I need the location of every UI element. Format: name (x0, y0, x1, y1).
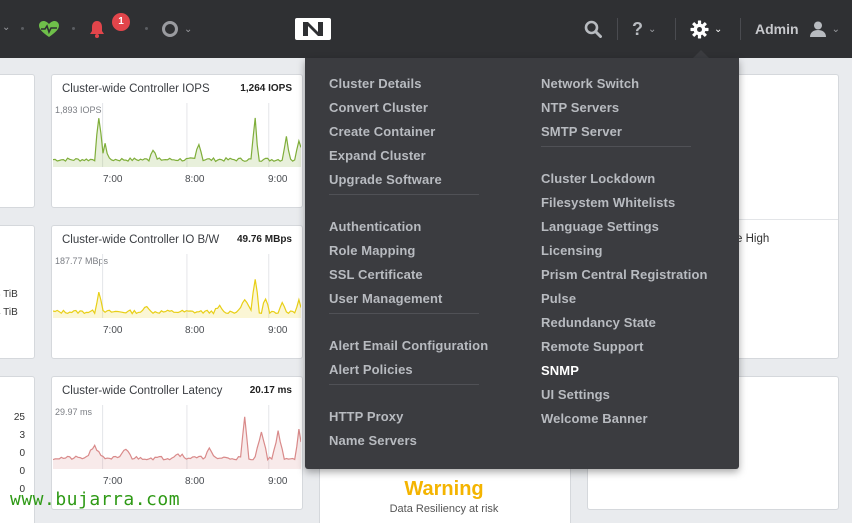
menu-item-name-servers[interactable]: Name Servers (329, 433, 417, 448)
help-question-icon: ? (632, 18, 643, 39)
menu-item-welcome-banner[interactable]: Welcome Banner (541, 411, 648, 426)
separator (675, 18, 676, 40)
resiliency-status-title: Warning (404, 478, 484, 500)
chevron-down-icon: ⌄ (184, 23, 193, 35)
bandwidth-panel[interactable]: Cluster-wide Controller IO B/W 49.76 MBp… (51, 225, 303, 359)
panel-title: Cluster-wide Controller IOPS (62, 83, 210, 95)
count-value: 0 (19, 448, 25, 459)
menu-item-ui-settings[interactable]: UI Settings (541, 387, 610, 402)
user-menu[interactable]: Admin ⌄ (755, 0, 840, 58)
menu-item-network-switch[interactable]: Network Switch (541, 76, 639, 91)
menu-item-http-proxy[interactable]: HTTP Proxy (329, 409, 403, 424)
help-menu[interactable]: ? ⌄ (632, 0, 656, 58)
search-button[interactable] (584, 0, 602, 58)
time-axis-label: 7:00 (103, 174, 123, 185)
iops-sparkline (53, 103, 301, 167)
gear-icon (690, 19, 709, 39)
menu-item-convert-cluster[interactable]: Convert Cluster (329, 100, 428, 115)
menu-item-alert-email-configuration[interactable]: Alert Email Configuration (329, 338, 488, 353)
menu-item-remote-support[interactable]: Remote Support (541, 339, 644, 354)
latency-sparkline (53, 405, 301, 469)
menu-item-licensing[interactable]: Licensing (541, 243, 603, 258)
time-axis-label: 9:00 (268, 174, 288, 185)
panel-title: Cluster-wide Controller IO B/W (62, 234, 220, 246)
watermark-text: www.bujarra.com (10, 489, 181, 510)
alert-count-badge: 1 (112, 13, 130, 31)
left-panel-top (0, 74, 35, 208)
menu-item-ssl-certificate[interactable]: SSL Certificate (329, 267, 423, 282)
time-axis-label: 8:00 (185, 174, 205, 185)
separator (740, 18, 741, 40)
time-axis-label: 8:00 (185, 476, 205, 487)
alert-bell-icon (90, 21, 104, 38)
menu-item-cluster-lockdown[interactable]: Cluster Lockdown (541, 171, 655, 186)
time-axis-label: 7:00 (103, 325, 123, 336)
chevron-down-icon[interactable]: ⌄ (2, 22, 10, 33)
menu-separator (329, 313, 479, 314)
menu-item-pulse[interactable]: Pulse (541, 291, 576, 306)
alerts-menu[interactable] (88, 0, 106, 58)
menu-item-upgrade-software[interactable]: Upgrade Software (329, 172, 442, 187)
time-axis-label: 9:00 (268, 476, 288, 487)
separator (617, 18, 618, 40)
resiliency-status-subtitle: Data Resiliency at risk (389, 503, 499, 515)
separator-dot (21, 27, 24, 30)
health-heart-icon (39, 21, 59, 37)
time-axis-label: 8:00 (185, 325, 205, 336)
tasks-menu[interactable]: ⌄ (161, 0, 192, 58)
health-menu[interactable] (38, 0, 60, 58)
bandwidth-sparkline (53, 254, 301, 318)
panel-current-value: 1,264 IOPS (240, 83, 292, 94)
capacity-value: 3 TiB (0, 289, 18, 300)
top-navigation-bar: ⌄ 1 ⌄ ? ⌄ ⌄ Admin ⌄ (0, 0, 852, 58)
chevron-down-icon: ⌄ (714, 23, 723, 35)
menu-separator (541, 146, 691, 147)
count-value: 25 (13, 412, 25, 423)
count-value: 3 (19, 430, 25, 441)
user-name: Admin (755, 21, 799, 37)
menu-separator (329, 194, 479, 195)
chevron-down-icon: ⌄ (648, 23, 657, 35)
menu-item-expand-cluster[interactable]: Expand Cluster (329, 148, 426, 163)
menu-item-alert-policies[interactable]: Alert Policies (329, 362, 413, 377)
time-axis-label: 9:00 (268, 325, 288, 336)
tasks-circle-icon (162, 21, 178, 37)
search-icon (584, 20, 602, 38)
capacity-value: 4 TiB (0, 307, 18, 318)
separator-dot (72, 27, 75, 30)
settings-dropdown-menu: Cluster Details Convert Cluster Create Con… (305, 58, 739, 469)
menu-item-role-mapping[interactable]: Role Mapping (329, 243, 415, 258)
left-panel-middle: 3 TiB 4 TiB (0, 225, 35, 359)
right-panel-text: e High (736, 233, 770, 245)
menu-item-snmp[interactable]: SNMP (541, 363, 579, 378)
separator-dot (145, 27, 148, 30)
menu-item-cluster-details[interactable]: Cluster Details (329, 76, 422, 91)
panel-current-value: 49.76 MBps (236, 234, 292, 245)
menu-item-ntp-servers[interactable]: NTP Servers (541, 100, 619, 115)
chevron-down-icon: ⌄ (831, 23, 840, 35)
nutanix-logo-icon (295, 18, 331, 40)
menu-item-user-management[interactable]: User Management (329, 291, 442, 306)
nutanix-logo[interactable] (295, 0, 331, 58)
menu-item-prism-central-registration[interactable]: Prism Central Registration (541, 267, 708, 282)
menu-item-filesystem-whitelists[interactable]: Filesystem Whitelists (541, 195, 675, 210)
menu-item-smtp-server[interactable]: SMTP Server (541, 124, 622, 139)
menu-item-language-settings[interactable]: Language Settings (541, 219, 659, 234)
menu-separator (329, 384, 479, 385)
iops-panel[interactable]: Cluster-wide Controller IOPS 1,264 IOPS … (51, 74, 303, 208)
panel-title: Cluster-wide Controller Latency (62, 385, 223, 397)
menu-item-redundancy-state[interactable]: Redundancy State (541, 315, 656, 330)
menu-item-create-container[interactable]: Create Container (329, 124, 435, 139)
count-value: 0 (19, 466, 25, 477)
user-avatar-icon (809, 21, 826, 37)
sparkline-line (53, 117, 301, 163)
menu-item-authentication[interactable]: Authentication (329, 219, 421, 234)
time-axis-label: 7:00 (103, 476, 123, 487)
panel-current-value: 20.17 ms (249, 385, 292, 396)
